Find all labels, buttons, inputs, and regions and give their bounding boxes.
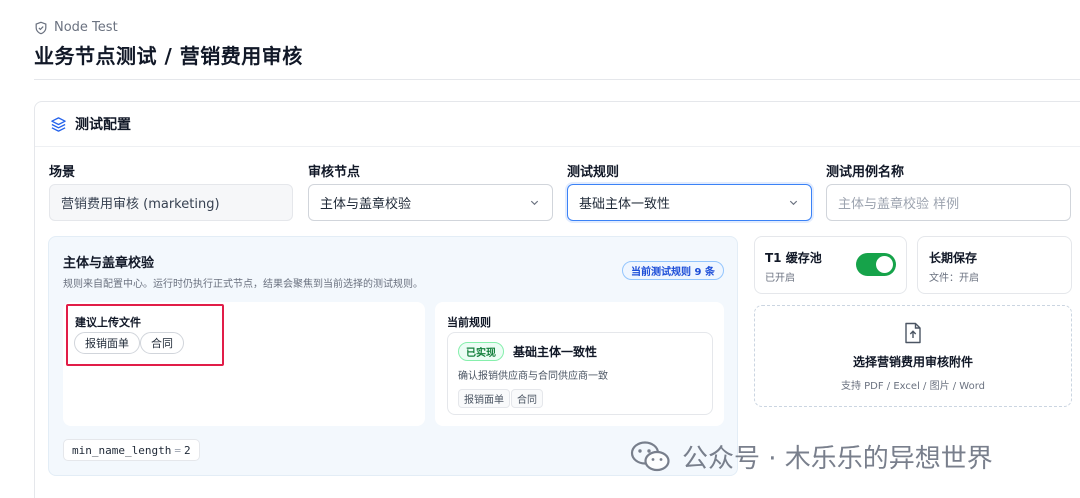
rule-tag: 合同	[511, 389, 543, 408]
upload-title: 选择营销费用审核附件	[852, 355, 973, 369]
page: Node Test 业务节点测试 / 营销费用审核 测试配置 场景 营销费用审核…	[0, 0, 1080, 498]
cache-title: T1 缓存池	[765, 251, 822, 265]
test-rule-select[interactable]: 基础主体一致性	[567, 184, 812, 221]
chevron-down-icon	[789, 200, 798, 206]
current-rule-label: 当前规则	[447, 316, 491, 329]
card-title: 测试配置	[75, 117, 131, 133]
file-upload-icon	[905, 322, 921, 344]
case-name-placeholder: 主体与盖章校验 样例	[838, 197, 960, 212]
audit-node-label: 审核节点	[308, 165, 361, 180]
watermark-text: 公众号 · 木乐乐的异想世界	[682, 444, 993, 474]
highlight-box	[66, 304, 224, 366]
toggle-knob	[876, 256, 893, 273]
watermark: 公众号 · 木乐乐的异想世界	[630, 438, 993, 475]
page-title: 业务节点测试 / 营销费用审核	[34, 44, 303, 68]
rule-name: 基础主体一致性	[513, 345, 598, 359]
test-rule-label: 测试规则	[567, 165, 620, 180]
rules-panel-description: 规则来自配置中心。运行时仍执行正式节点，结果会聚焦到当前选择的测试规则。	[63, 279, 423, 290]
scene-value: 营销费用审核 (marketing)	[61, 197, 220, 212]
rules-panel-title: 主体与盖章校验	[63, 256, 155, 271]
audit-node-select[interactable]: 主体与盖章校验	[308, 184, 553, 221]
param-eq: =	[174, 443, 181, 457]
audit-node-value: 主体与盖章校验	[320, 197, 412, 212]
card-header: 测试配置	[35, 102, 1080, 147]
retention-title: 长期保存	[929, 251, 978, 265]
rule-count-badge: 当前测试规则 9 条	[622, 261, 724, 280]
retention-status: 文件：开启	[929, 273, 979, 284]
shield-icon	[35, 21, 47, 34]
case-name-label: 测试用例名称	[826, 165, 905, 180]
param-key: min_name_length	[72, 443, 172, 457]
rule-tag: 报销面单	[458, 389, 510, 408]
case-name-input[interactable]: 主体与盖章校验 样例	[826, 184, 1071, 221]
chevron-down-icon	[530, 200, 539, 206]
breadcrumb: Node Test	[34, 20, 118, 35]
breadcrumb-label: Node Test	[54, 20, 118, 35]
scene-label: 场景	[49, 165, 76, 180]
status-badge: 已实现	[458, 342, 504, 361]
layers-icon	[51, 116, 66, 132]
wechat-icon	[630, 440, 670, 471]
param-value: 2	[183, 443, 191, 457]
upload-subtitle: 支持 PDF / Excel / 图片 / Word	[840, 381, 986, 392]
test-rule-value: 基础主体一致性	[579, 197, 671, 212]
scene-field[interactable]: 营销费用审核 (marketing)	[49, 184, 293, 221]
param-chip: min_name_length = 2	[63, 439, 200, 461]
rule-description: 确认报销供应商与合同供应商一致	[458, 371, 608, 382]
cache-toggle[interactable]	[856, 253, 896, 276]
header-divider	[34, 79, 1080, 80]
cache-status: 已开启	[765, 273, 795, 284]
